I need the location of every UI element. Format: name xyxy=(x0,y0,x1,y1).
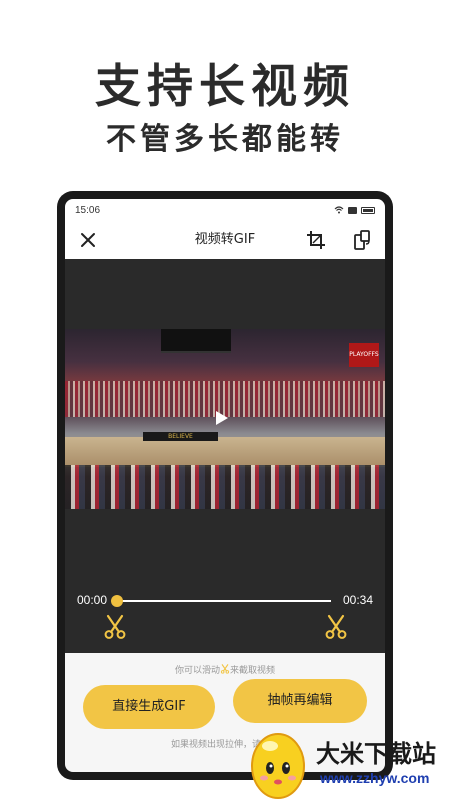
video-players xyxy=(65,465,385,509)
status-icons xyxy=(334,206,375,214)
video-banner: BELIEVE xyxy=(143,432,218,441)
watermark-site-name: 大米下载站 xyxy=(316,740,436,768)
scissors-icon xyxy=(220,664,230,674)
play-icon[interactable] xyxy=(216,411,228,425)
status-time: 15:06 xyxy=(75,204,101,216)
trim-hint: 你可以滑动 来截取视频 xyxy=(65,663,385,676)
status-bar: 15:06 xyxy=(65,199,385,221)
scissors-icon[interactable] xyxy=(102,614,128,640)
rotate-icon[interactable] xyxy=(351,229,373,251)
page-title: 视频转GIF xyxy=(194,232,256,247)
wifi-icon xyxy=(334,206,344,214)
watermark-logo-icon xyxy=(251,733,305,799)
timeline-track[interactable] xyxy=(117,600,331,602)
app-screen: 15:06 视频转GIF PLAYOFFS BELIEVE 00:00 00:3… xyxy=(65,199,385,772)
timeline-thumb[interactable] xyxy=(111,595,123,607)
video-preview[interactable]: PLAYOFFS BELIEVE xyxy=(65,329,385,509)
watermark-url: www.zzhyw.com xyxy=(320,770,430,786)
crop-icon[interactable] xyxy=(305,229,327,251)
video-court xyxy=(65,437,385,467)
timeline: 00:00 00:34 xyxy=(65,591,385,611)
timeline-start-time: 00:00 xyxy=(77,593,108,607)
video-scoreboard xyxy=(161,329,231,353)
timeline-end-time: 00:34 xyxy=(342,593,373,607)
trim-hint-text: 你可以滑动 xyxy=(174,666,220,676)
video-playoffs-sign: PLAYOFFS xyxy=(349,343,379,367)
promo-subline: 不管多长都能转 xyxy=(106,122,344,157)
extract-frames-button[interactable]: 抽帧再编辑 xyxy=(233,679,367,723)
generate-gif-button[interactable]: 直接生成GIF xyxy=(83,685,215,729)
promo-headline: 支持长视频 xyxy=(95,59,355,113)
signal-icon xyxy=(348,206,357,214)
phone-frame: 15:06 视频转GIF PLAYOFFS BELIEVE 00:00 00:3… xyxy=(57,191,393,780)
close-icon[interactable] xyxy=(77,229,99,251)
app-bar: 视频转GIF xyxy=(65,221,385,259)
trim-hint-suffix: 来截取视频 xyxy=(230,666,276,676)
battery-icon xyxy=(361,206,375,214)
scissors-icon[interactable] xyxy=(323,614,349,640)
